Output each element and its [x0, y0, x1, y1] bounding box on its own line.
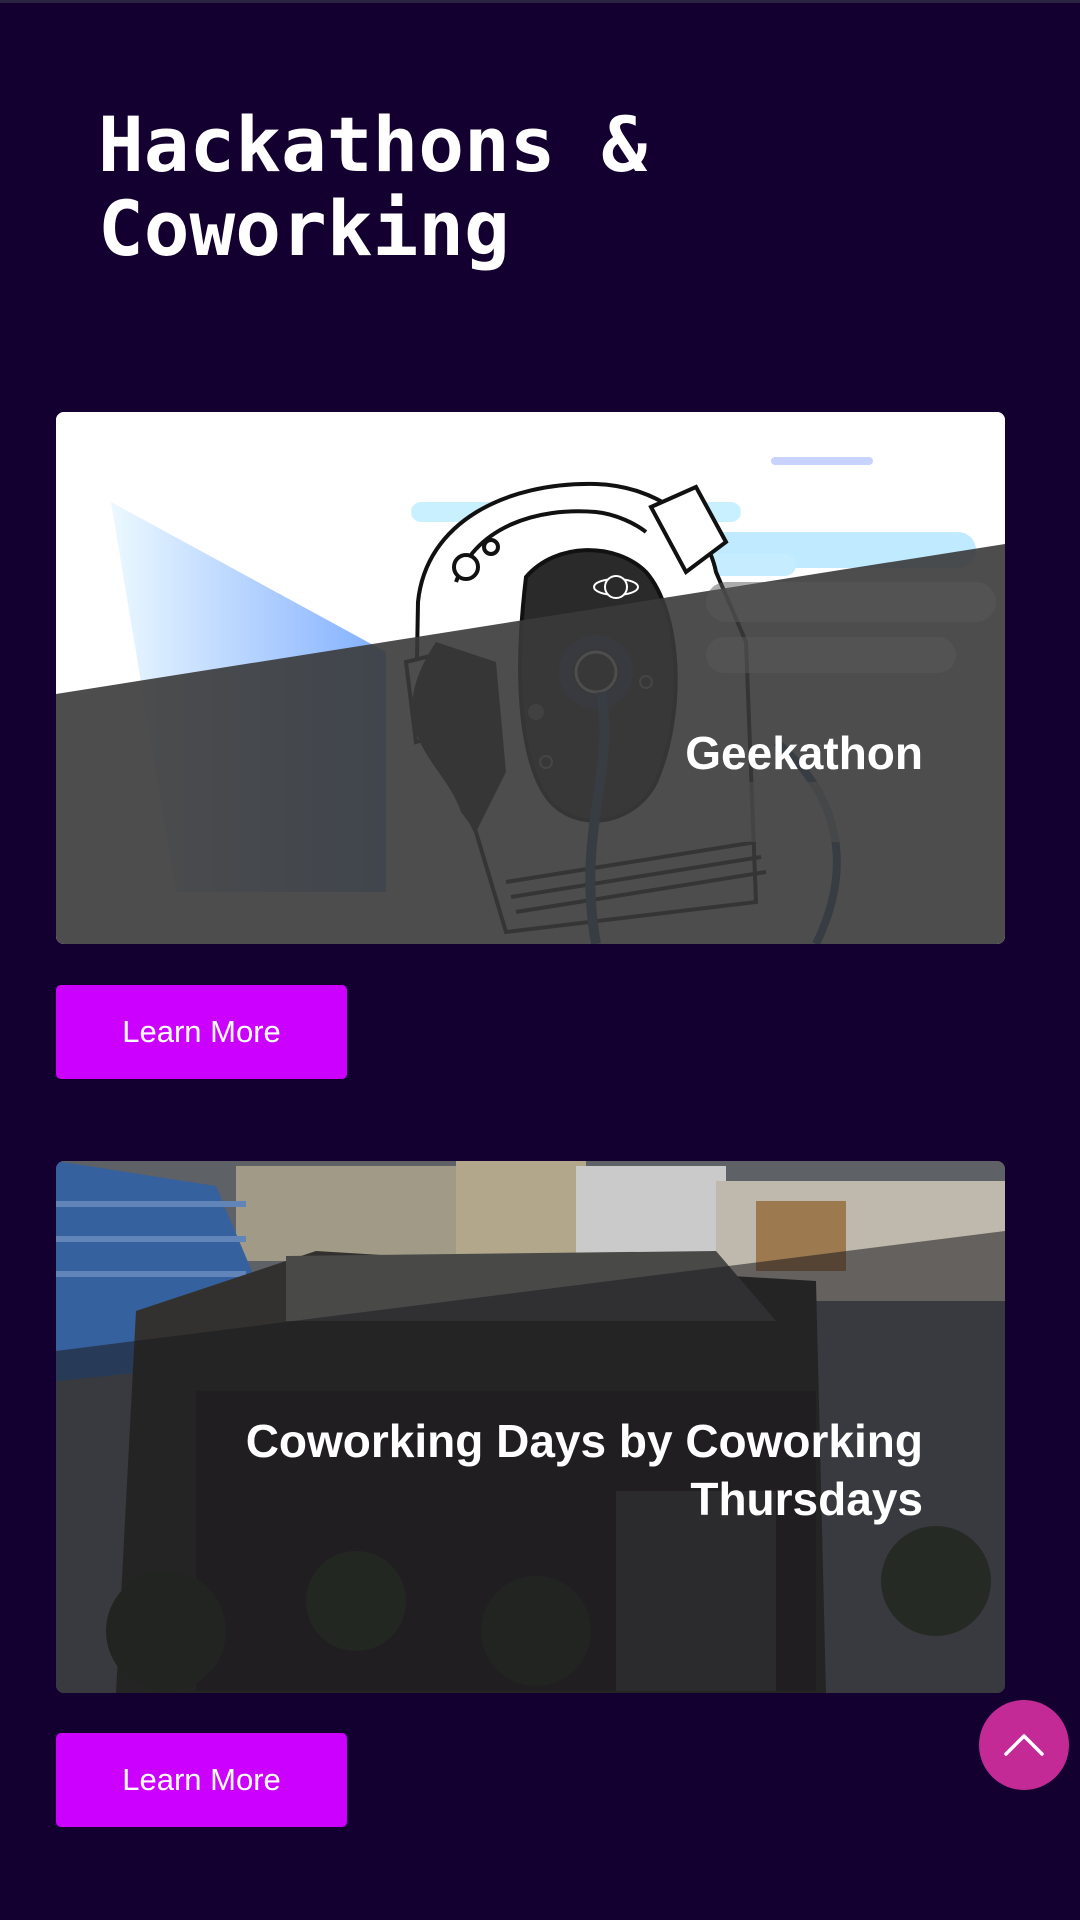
learn-more-button[interactable]: Learn More	[56, 985, 347, 1079]
scroll-to-top-button[interactable]	[979, 1700, 1069, 1790]
chevron-up-icon	[1004, 1734, 1044, 1756]
astronaut-helmet-illustration	[56, 412, 1005, 944]
event-card-geekathon[interactable]: Geekathon	[56, 412, 1005, 944]
card-title: Coworking Days by Coworking Thursdays	[245, 1415, 923, 1525]
learn-more-button[interactable]: Learn More	[56, 1733, 347, 1827]
page-title: Hackathons & Coworking	[98, 100, 648, 273]
card-title: Geekathon	[685, 727, 923, 779]
event-card-coworking[interactable]: Coworking Days by Coworking Thursdays	[56, 1161, 1005, 1693]
